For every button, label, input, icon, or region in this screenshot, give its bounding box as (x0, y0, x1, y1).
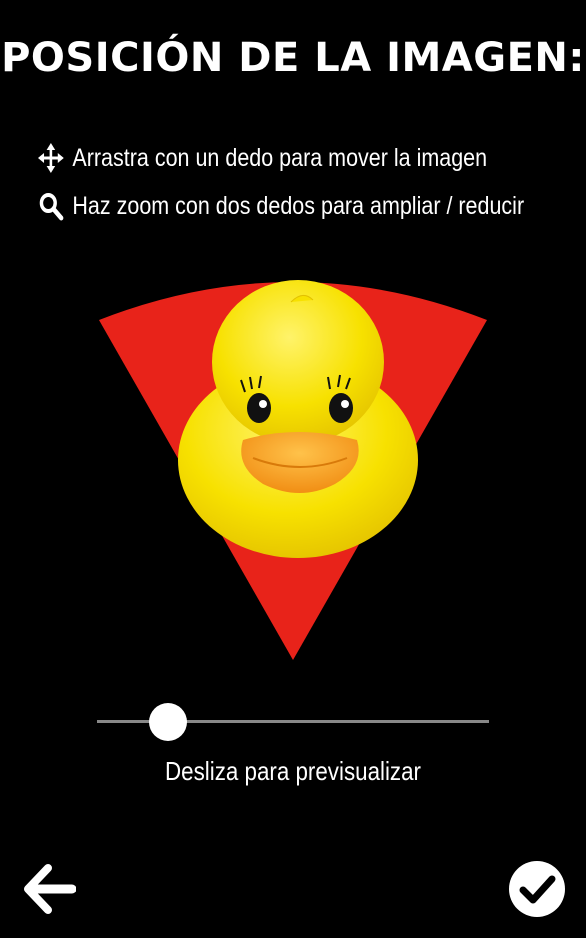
search-icon (38, 191, 64, 221)
slider-hint: Desliza para previsualizar (164, 756, 422, 786)
check-icon (509, 861, 565, 917)
back-button[interactable] (22, 862, 77, 916)
instruction-move: Arrastra con un dedo para mover la image… (38, 143, 487, 173)
confirm-button[interactable] (508, 860, 566, 918)
move-icon (38, 143, 64, 173)
arrow-left-icon (24, 864, 77, 914)
instruction-text: Arrastra con un dedo para mover la image… (72, 144, 488, 172)
instruction-zoom: Haz zoom con dos dedos para ampliar / re… (38, 191, 524, 221)
instruction-text: Haz zoom con dos dedos para ampliar / re… (72, 192, 525, 220)
page-title: POSICIÓN DE LA IMAGEN: (1, 35, 585, 81)
slider-thumb[interactable] (148, 703, 187, 741)
preview-slider[interactable] (97, 700, 489, 744)
image-preview[interactable] (95, 262, 491, 662)
